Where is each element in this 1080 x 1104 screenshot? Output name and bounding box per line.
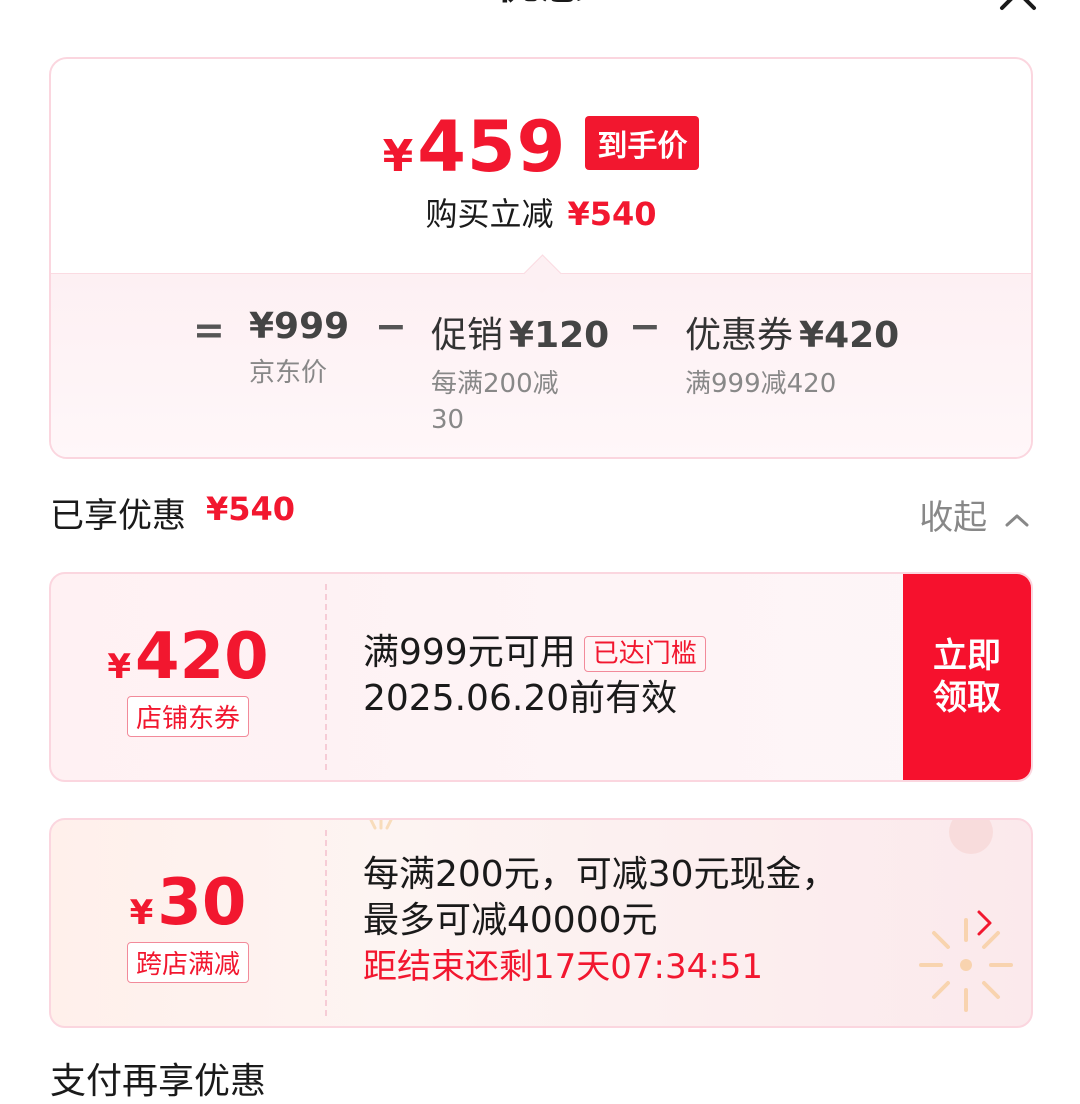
instant-saving-amount: ¥540 bbox=[567, 195, 657, 233]
promotion-desc: 每满200减30 bbox=[431, 369, 559, 435]
promotion-item: 促销 ¥120 每满200减30 bbox=[431, 306, 609, 438]
coupon-desc: 满999减420 bbox=[685, 369, 837, 399]
applied-discounts-title: 已享优惠 bbox=[50, 496, 186, 536]
decorative-firework-icon bbox=[369, 820, 393, 830]
coupon-value-panel: ¥420 店铺东券 bbox=[51, 574, 325, 780]
decorative-lantern-icon bbox=[949, 820, 993, 854]
applied-discounts-header: 已享优惠 ¥540 收起 bbox=[50, 488, 1030, 538]
chevron-right-icon bbox=[977, 910, 992, 936]
currency-symbol: ¥ bbox=[129, 893, 154, 933]
discount-countdown: 距结束还剩17天07:34:51 bbox=[363, 947, 763, 987]
pay-discount-section-title: 支付再享优惠 bbox=[50, 1061, 267, 1102]
discount-value-number: 30 bbox=[157, 866, 247, 940]
claim-coupon-label: 立即领取 bbox=[933, 636, 1001, 718]
final-price: ¥459 bbox=[383, 111, 567, 183]
coupon-item: 优惠券 ¥420 满999减420 bbox=[685, 306, 899, 402]
discount-rule: 每满200元，可减30元现金， bbox=[363, 854, 838, 895]
instant-saving: 购买立减 ¥540 bbox=[51, 189, 1031, 235]
final-price-value: 459 bbox=[417, 106, 567, 188]
jd-price: ¥999 bbox=[249, 306, 350, 347]
discount-limit: 最多可减40000元 bbox=[363, 900, 658, 941]
discount-details: 每满200元，可减30元现金， 最多可减40000元 距结束还剩17天07:34… bbox=[363, 852, 838, 990]
coupon-value-number: 420 bbox=[135, 620, 269, 694]
decorative-firework-icon bbox=[919, 918, 1013, 1012]
cross-store-discount-card[interactable]: ¥30 跨店满减 每满200元，可减30元现金， 最多可减40000元 距结束还… bbox=[49, 818, 1033, 1028]
price-formula: = ¥999 京东价 − 促销 ¥120 每满200减30 − 优惠券 ¥420 满… bbox=[51, 254, 1031, 457]
threshold-reached-tag: 已达门槛 bbox=[583, 636, 706, 672]
coupon-label: 优惠券 bbox=[685, 315, 794, 356]
currency-symbol: ¥ bbox=[107, 647, 132, 687]
minus-sign: − bbox=[629, 304, 661, 348]
coupon-details: 满999元可用 已达门槛 2025.06.20前有效 bbox=[363, 630, 706, 722]
chevron-up-icon bbox=[1005, 514, 1029, 526]
page-title: 优惠 bbox=[0, 0, 1080, 8]
coupon-value: ¥420 bbox=[51, 620, 325, 694]
price-summary-card: ¥459 到手价 购买立减 ¥540 = ¥999 京东价 − 促销 ¥120 每满… bbox=[49, 57, 1033, 459]
promotion-label: 促销 bbox=[431, 315, 504, 356]
store-coupon-card: ¥420 店铺东券 满999元可用 已达门槛 2025.06.20前有效 立即领取 bbox=[49, 572, 1033, 782]
currency-symbol: ¥ bbox=[382, 131, 414, 182]
claim-coupon-button[interactable]: 立即领取 bbox=[903, 574, 1031, 780]
final-price-tag: 到手价 bbox=[585, 116, 700, 170]
coupon-amount: ¥420 bbox=[799, 315, 900, 356]
discount-type-tag: 跨店满减 bbox=[126, 942, 249, 983]
equals-sign: = bbox=[193, 308, 225, 352]
jd-price-item: ¥999 京东价 bbox=[249, 306, 349, 391]
close-icon[interactable] bbox=[996, 0, 1040, 14]
applied-discounts-amount: ¥540 bbox=[206, 490, 296, 528]
collapse-label: 收起 bbox=[919, 498, 988, 538]
coupon-validity: 2025.06.20前有效 bbox=[363, 678, 678, 719]
jd-price-label: 京东价 bbox=[249, 358, 328, 388]
final-price-section: ¥459 到手价 购买立减 ¥540 bbox=[51, 59, 1031, 273]
promotion-amount: ¥120 bbox=[509, 315, 610, 356]
dashed-divider bbox=[325, 584, 327, 770]
minus-sign: − bbox=[375, 304, 407, 348]
discount-value: ¥30 bbox=[51, 866, 325, 940]
instant-saving-label: 购买立减 bbox=[425, 195, 554, 233]
dashed-divider bbox=[325, 830, 327, 1016]
discount-value-panel: ¥30 跨店满减 bbox=[51, 820, 325, 1026]
coupon-type-tag: 店铺东券 bbox=[126, 696, 249, 737]
collapse-button[interactable]: 收起 bbox=[919, 490, 1030, 539]
coupon-condition: 满999元可用 bbox=[363, 632, 576, 673]
